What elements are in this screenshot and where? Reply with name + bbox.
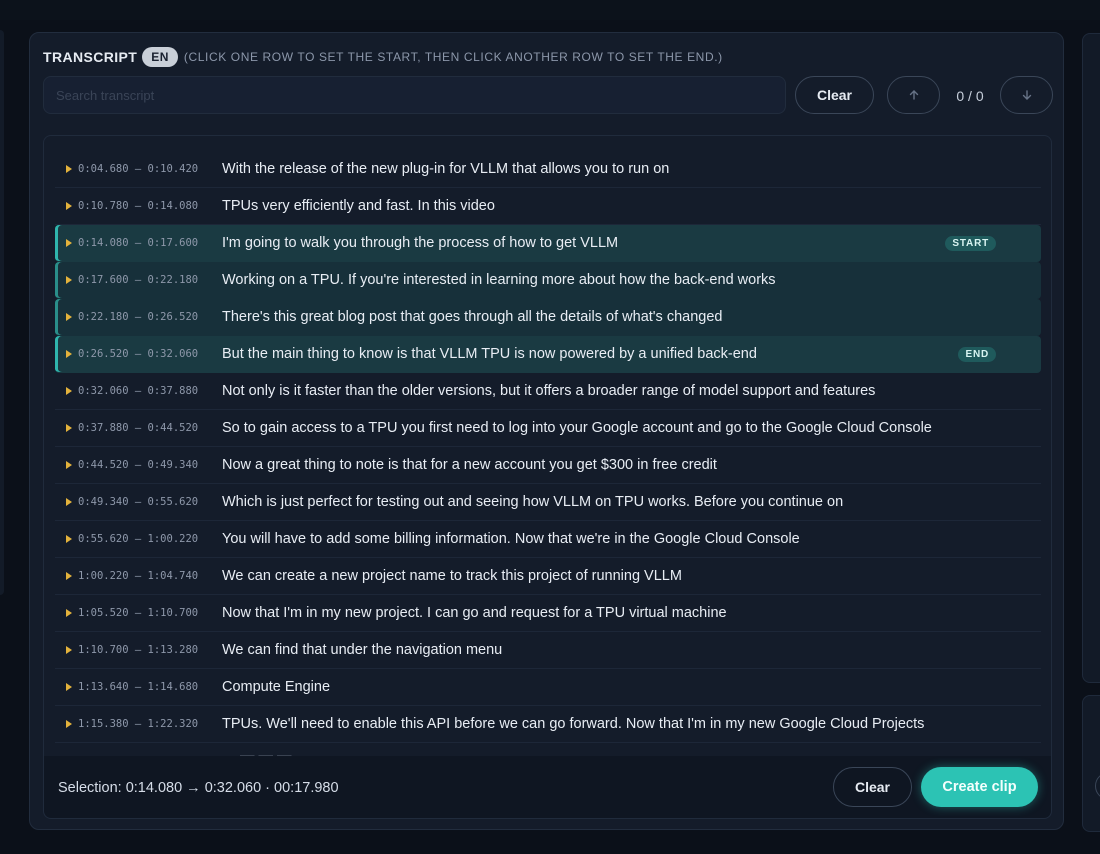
transcript-row[interactable]: 1:05.520 – 1:10.700 Now that I'm in my ne… [55, 595, 1041, 632]
arrow-up-icon [909, 90, 918, 100]
row-timestamp: 0:17.600 – 0:22.180 [78, 274, 199, 286]
transcript-title: TRANSCRIPT [43, 49, 138, 65]
row-text: We can find that under the navigation me… [222, 642, 503, 658]
transcript-row[interactable]: 0:55.620 – 1:00.220 You will have to add … [55, 521, 1041, 558]
play-icon[interactable] [66, 572, 72, 580]
right-panel [1082, 33, 1100, 683]
row-text: Working on a TPU. If you're interested i… [222, 272, 776, 288]
play-icon[interactable] [66, 609, 72, 617]
partial-row-top: — — — [240, 135, 292, 143]
row-text: Now that I'm in my new project. I can go… [222, 605, 727, 621]
transcript-row[interactable]: 0:37.880 – 0:44.520 So to gain access to … [55, 410, 1041, 447]
row-timestamp: 0:55.620 – 1:00.220 [78, 533, 199, 545]
language-badge[interactable]: EN [142, 47, 178, 67]
row-text: Now a great thing to note is that for a … [222, 457, 717, 473]
selection-summary: Selection: 0:14.080 → 0:32.060 · 00:17.9… [58, 780, 339, 796]
transcript-row[interactable]: 0:32.060 – 0:37.880 Not only is it faster… [55, 373, 1041, 410]
play-icon[interactable] [66, 461, 72, 469]
row-timestamp: 0:14.080 – 0:17.600 [78, 237, 199, 249]
row-timestamp: 1:05.520 – 1:10.700 [78, 607, 199, 619]
play-icon[interactable] [66, 720, 72, 728]
row-text: I'm going to walk you through the proces… [222, 235, 619, 251]
play-icon[interactable] [66, 350, 72, 358]
match-counter: 0 / 0 [956, 88, 984, 104]
play-icon[interactable] [66, 424, 72, 432]
clear-selection-button[interactable]: Clear [833, 767, 912, 807]
play-icon[interactable] [66, 646, 72, 654]
row-timestamp: 0:22.180 – 0:26.520 [78, 311, 199, 323]
transcript-row[interactable]: 0:26.520 – 0:32.060 But the main thing to… [55, 336, 1041, 373]
row-text: Compute Engine [222, 679, 331, 695]
arrow-down-icon [1022, 90, 1031, 100]
row-text: Not only is it faster than the older ver… [222, 383, 876, 399]
row-timestamp: 1:10.700 – 1:13.280 [78, 644, 199, 656]
row-text: So to gain access to a TPU you first nee… [222, 420, 932, 436]
transcript-row[interactable]: 0:49.340 – 0:55.620 Which is just perfect… [55, 484, 1041, 521]
clear-search-button[interactable]: Clear [795, 76, 874, 114]
row-timestamp: 0:49.340 – 0:55.620 [78, 496, 199, 508]
row-text: But the main thing to know is that VLLM … [222, 346, 757, 362]
transcript-card: TRANSCRIPT EN (CLICK ONE ROW TO SET THE … [29, 32, 1064, 830]
transcript-list[interactable]: — — — 0:04.680 – 0:10.420 With the releas… [43, 135, 1052, 756]
play-icon[interactable] [66, 683, 72, 691]
row-text: There's this great blog post that goes t… [222, 309, 723, 325]
row-timestamp: 1:15.380 – 1:22.320 [78, 718, 199, 730]
play-icon[interactable] [66, 535, 72, 543]
previous-match-button[interactable] [887, 76, 940, 114]
create-clip-button[interactable]: Create clip [921, 767, 1038, 807]
play-icon[interactable] [66, 239, 72, 247]
transcript-row[interactable]: 1:15.380 – 1:22.320 TPUs. We'll need to e… [55, 706, 1041, 743]
row-text: TPUs. We'll need to enable this API befo… [222, 716, 925, 732]
row-text: With the release of the new plug-in for … [222, 161, 670, 177]
transcript-row[interactable]: 0:17.600 – 0:22.180 Working on a TPU. If … [55, 262, 1041, 299]
row-text: You will have to add some billing inform… [222, 531, 800, 547]
row-timestamp: 1:13.640 – 1:14.680 [78, 681, 199, 693]
transcript-row[interactable]: 0:10.780 – 0:14.080 TPUs very efficiently… [55, 188, 1041, 225]
row-timestamp: 0:44.520 – 0:49.340 [78, 459, 199, 471]
start-marker-badge: START [945, 236, 996, 251]
transcript-row[interactable]: 1:10.700 – 1:13.280 We can find that unde… [55, 632, 1041, 669]
play-icon[interactable] [66, 276, 72, 284]
selection-footer: Selection: 0:14.080 → 0:32.060 · 00:17.9… [43, 756, 1052, 819]
transcript-row[interactable]: 0:44.520 – 0:49.340 Now a great thing to … [55, 447, 1041, 484]
row-timestamp: 0:04.680 – 0:10.420 [78, 163, 199, 175]
right-panel-secondary [1082, 695, 1100, 832]
row-text: Which is just perfect for testing out an… [222, 494, 844, 510]
selection-hint: (CLICK ONE ROW TO SET THE START, THEN CL… [183, 50, 723, 64]
transcript-row[interactable]: 0:22.180 – 0:26.520 There's this great bl… [55, 299, 1041, 336]
play-icon[interactable] [66, 165, 72, 173]
top-strip [0, 0, 1100, 20]
play-icon[interactable] [66, 202, 72, 210]
transcript-row[interactable]: 0:04.680 – 0:10.420 With the release of t… [55, 151, 1041, 188]
row-timestamp: 0:37.880 – 0:44.520 [78, 422, 199, 434]
partial-row-bottom: — — — [240, 748, 292, 756]
transcript-row[interactable]: 0:14.080 – 0:17.600 I'm going to walk you… [55, 225, 1041, 262]
right-panel-button[interactable] [1095, 772, 1100, 800]
left-panel-edge [0, 30, 4, 595]
row-text: TPUs very efficiently and fast. In this … [222, 198, 495, 214]
transcript-row[interactable]: 1:13.640 – 1:14.680 Compute Engine [55, 669, 1041, 706]
end-marker-badge: END [958, 347, 996, 362]
transcript-header: TRANSCRIPT EN (CLICK ONE ROW TO SET THE … [43, 47, 723, 67]
play-icon[interactable] [66, 387, 72, 395]
next-match-button[interactable] [1000, 76, 1053, 114]
play-icon[interactable] [66, 313, 72, 321]
row-timestamp: 1:00.220 – 1:04.740 [78, 570, 199, 582]
transcript-search-input[interactable] [43, 76, 786, 114]
transcript-row[interactable]: 1:00.220 – 1:04.740 We can create a new p… [55, 558, 1041, 595]
row-timestamp: 0:10.780 – 0:14.080 [78, 200, 199, 212]
row-timestamp: 0:26.520 – 0:32.060 [78, 348, 199, 360]
row-timestamp: 0:32.060 – 0:37.880 [78, 385, 199, 397]
play-icon[interactable] [66, 498, 72, 506]
row-text: We can create a new project name to trac… [222, 568, 682, 584]
